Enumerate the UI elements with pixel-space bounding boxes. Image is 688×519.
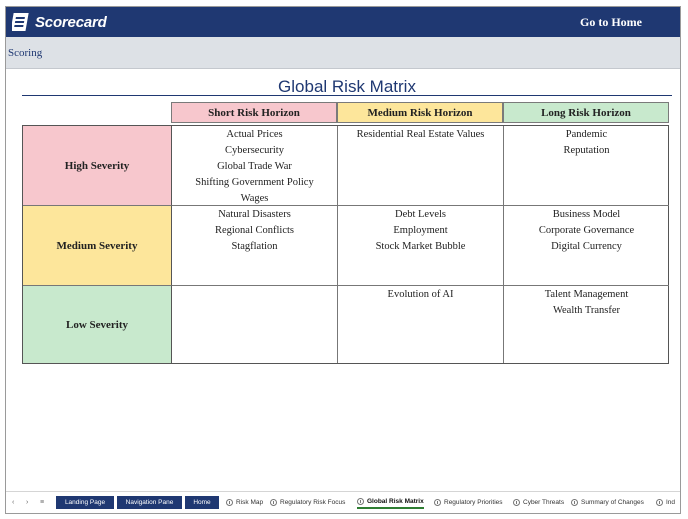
risk-item: Pandemic bbox=[565, 129, 608, 140]
matrix-cell[interactable]: Evolution of AI bbox=[338, 286, 504, 363]
tab-label: Ind bbox=[666, 499, 676, 506]
logo-text: Scorecard bbox=[35, 13, 107, 31]
matrix-cell[interactable]: Natural Disasters Regional Conflicts Stagf… bbox=[172, 206, 338, 286]
tab-label: Cyber Threats bbox=[523, 499, 565, 506]
matrix-cell[interactable]: Business Model Corporate Governance Digita… bbox=[504, 206, 669, 286]
row-header-medium: Medium Severity bbox=[23, 206, 172, 286]
clock-icon bbox=[571, 499, 578, 506]
risk-item: Global Trade War bbox=[217, 161, 292, 172]
tab-global-risk-matrix[interactable]: Global Risk Matrix bbox=[357, 496, 424, 509]
risk-item: Shifting Government Policy bbox=[195, 177, 314, 188]
risk-item: Stock Market Bubble bbox=[375, 241, 466, 252]
tab-navigation-pane[interactable]: Navigation Pane bbox=[117, 496, 182, 509]
sub-header: Scoring bbox=[6, 37, 680, 69]
tab-landing-page[interactable]: Landing Page bbox=[56, 496, 114, 509]
risk-item: Residential Real Estate Values bbox=[356, 129, 485, 140]
tab-next-arrow[interactable]: › bbox=[26, 499, 28, 506]
tab-ind[interactable]: Ind bbox=[656, 496, 675, 509]
tab-label: Summary of Changes bbox=[581, 499, 644, 506]
risk-item: Debt Levels bbox=[394, 209, 447, 220]
risk-item: Employment bbox=[393, 225, 448, 236]
tab-regulatory-priorities[interactable]: Regulatory Priorities bbox=[434, 496, 503, 509]
scoring-label: Scoring bbox=[8, 47, 43, 59]
risk-item: Corporate Governance bbox=[538, 225, 635, 236]
matrix-cell[interactable]: Pandemic Reputation bbox=[504, 126, 669, 206]
matrix-cell[interactable] bbox=[172, 286, 338, 363]
tab-label: Risk Map bbox=[236, 499, 264, 506]
sheet-tab-bar: ‹ › ≡ Landing Page Navigation Pane Home … bbox=[6, 491, 680, 513]
column-header-medium: Medium Risk Horizon bbox=[337, 102, 503, 123]
risk-item: Wealth Transfer bbox=[552, 305, 621, 316]
risk-item: Natural Disasters bbox=[218, 209, 291, 220]
risk-item: Business Model bbox=[552, 209, 621, 220]
column-header-short: Short Risk Horizon bbox=[171, 102, 337, 123]
clock-icon bbox=[513, 499, 520, 506]
clock-icon bbox=[357, 498, 364, 505]
top-bar: Scorecard Go to Home bbox=[6, 7, 680, 37]
tab-label: Regulatory Risk Focus bbox=[280, 499, 346, 506]
scorecard-logo-icon bbox=[12, 13, 29, 31]
row-header-high: High Severity bbox=[23, 126, 172, 206]
page-title: Global Risk Matrix bbox=[278, 77, 416, 96]
matrix-cell[interactable]: Actual Prices Cybersecurity Global Trade W… bbox=[172, 126, 338, 206]
column-header-long: Long Risk Horizon bbox=[503, 102, 669, 123]
tab-label: Home bbox=[193, 499, 211, 506]
risk-item: Digital Currency bbox=[551, 241, 622, 252]
tab-home[interactable]: Home bbox=[185, 496, 219, 509]
tab-prev-arrow[interactable]: ‹ bbox=[12, 499, 14, 506]
scorecard-logo: Scorecard bbox=[12, 11, 107, 33]
risk-item: Reputation bbox=[563, 145, 610, 156]
matrix-cell[interactable]: Talent Management Wealth Transfer bbox=[504, 286, 669, 363]
risk-item: Wages bbox=[240, 193, 269, 204]
clock-icon bbox=[434, 499, 441, 506]
tab-regulatory-risk-focus[interactable]: Regulatory Risk Focus bbox=[270, 496, 345, 509]
all-sheets-icon[interactable]: ≡ bbox=[40, 499, 44, 506]
tab-summary-of-changes[interactable]: Summary of Changes bbox=[571, 496, 644, 509]
spreadsheet-window: Scorecard Go to Home Scoring Global Risk… bbox=[5, 6, 681, 514]
clock-icon bbox=[226, 499, 233, 506]
row-header-low: Low Severity bbox=[23, 286, 172, 363]
risk-item: Regional Conflicts bbox=[214, 225, 295, 236]
tab-label: Global Risk Matrix bbox=[367, 498, 424, 505]
risk-matrix-grid: High Severity Medium Severity Low Severi… bbox=[22, 125, 669, 364]
matrix-cell[interactable]: Debt Levels Employment Stock Market Bubble bbox=[338, 206, 504, 286]
risk-item: Stagflation bbox=[231, 241, 278, 252]
title-divider bbox=[22, 95, 672, 96]
tab-risk-map[interactable]: Risk Map bbox=[226, 496, 263, 509]
risk-item: Talent Management bbox=[544, 289, 629, 300]
tab-cyber-threats[interactable]: Cyber Threats bbox=[513, 496, 564, 509]
clock-icon bbox=[270, 499, 277, 506]
tab-label: Navigation Pane bbox=[125, 499, 174, 506]
risk-item: Cybersecurity bbox=[225, 145, 284, 156]
matrix-cell[interactable]: Residential Real Estate Values bbox=[338, 126, 504, 206]
risk-item: Evolution of AI bbox=[387, 289, 454, 300]
tab-label: Regulatory Priorities bbox=[444, 499, 503, 506]
risk-item: Actual Prices bbox=[226, 129, 283, 140]
clock-icon bbox=[656, 499, 663, 506]
tab-label: Landing Page bbox=[64, 499, 106, 506]
go-to-home-link[interactable]: Go to Home bbox=[580, 15, 642, 30]
